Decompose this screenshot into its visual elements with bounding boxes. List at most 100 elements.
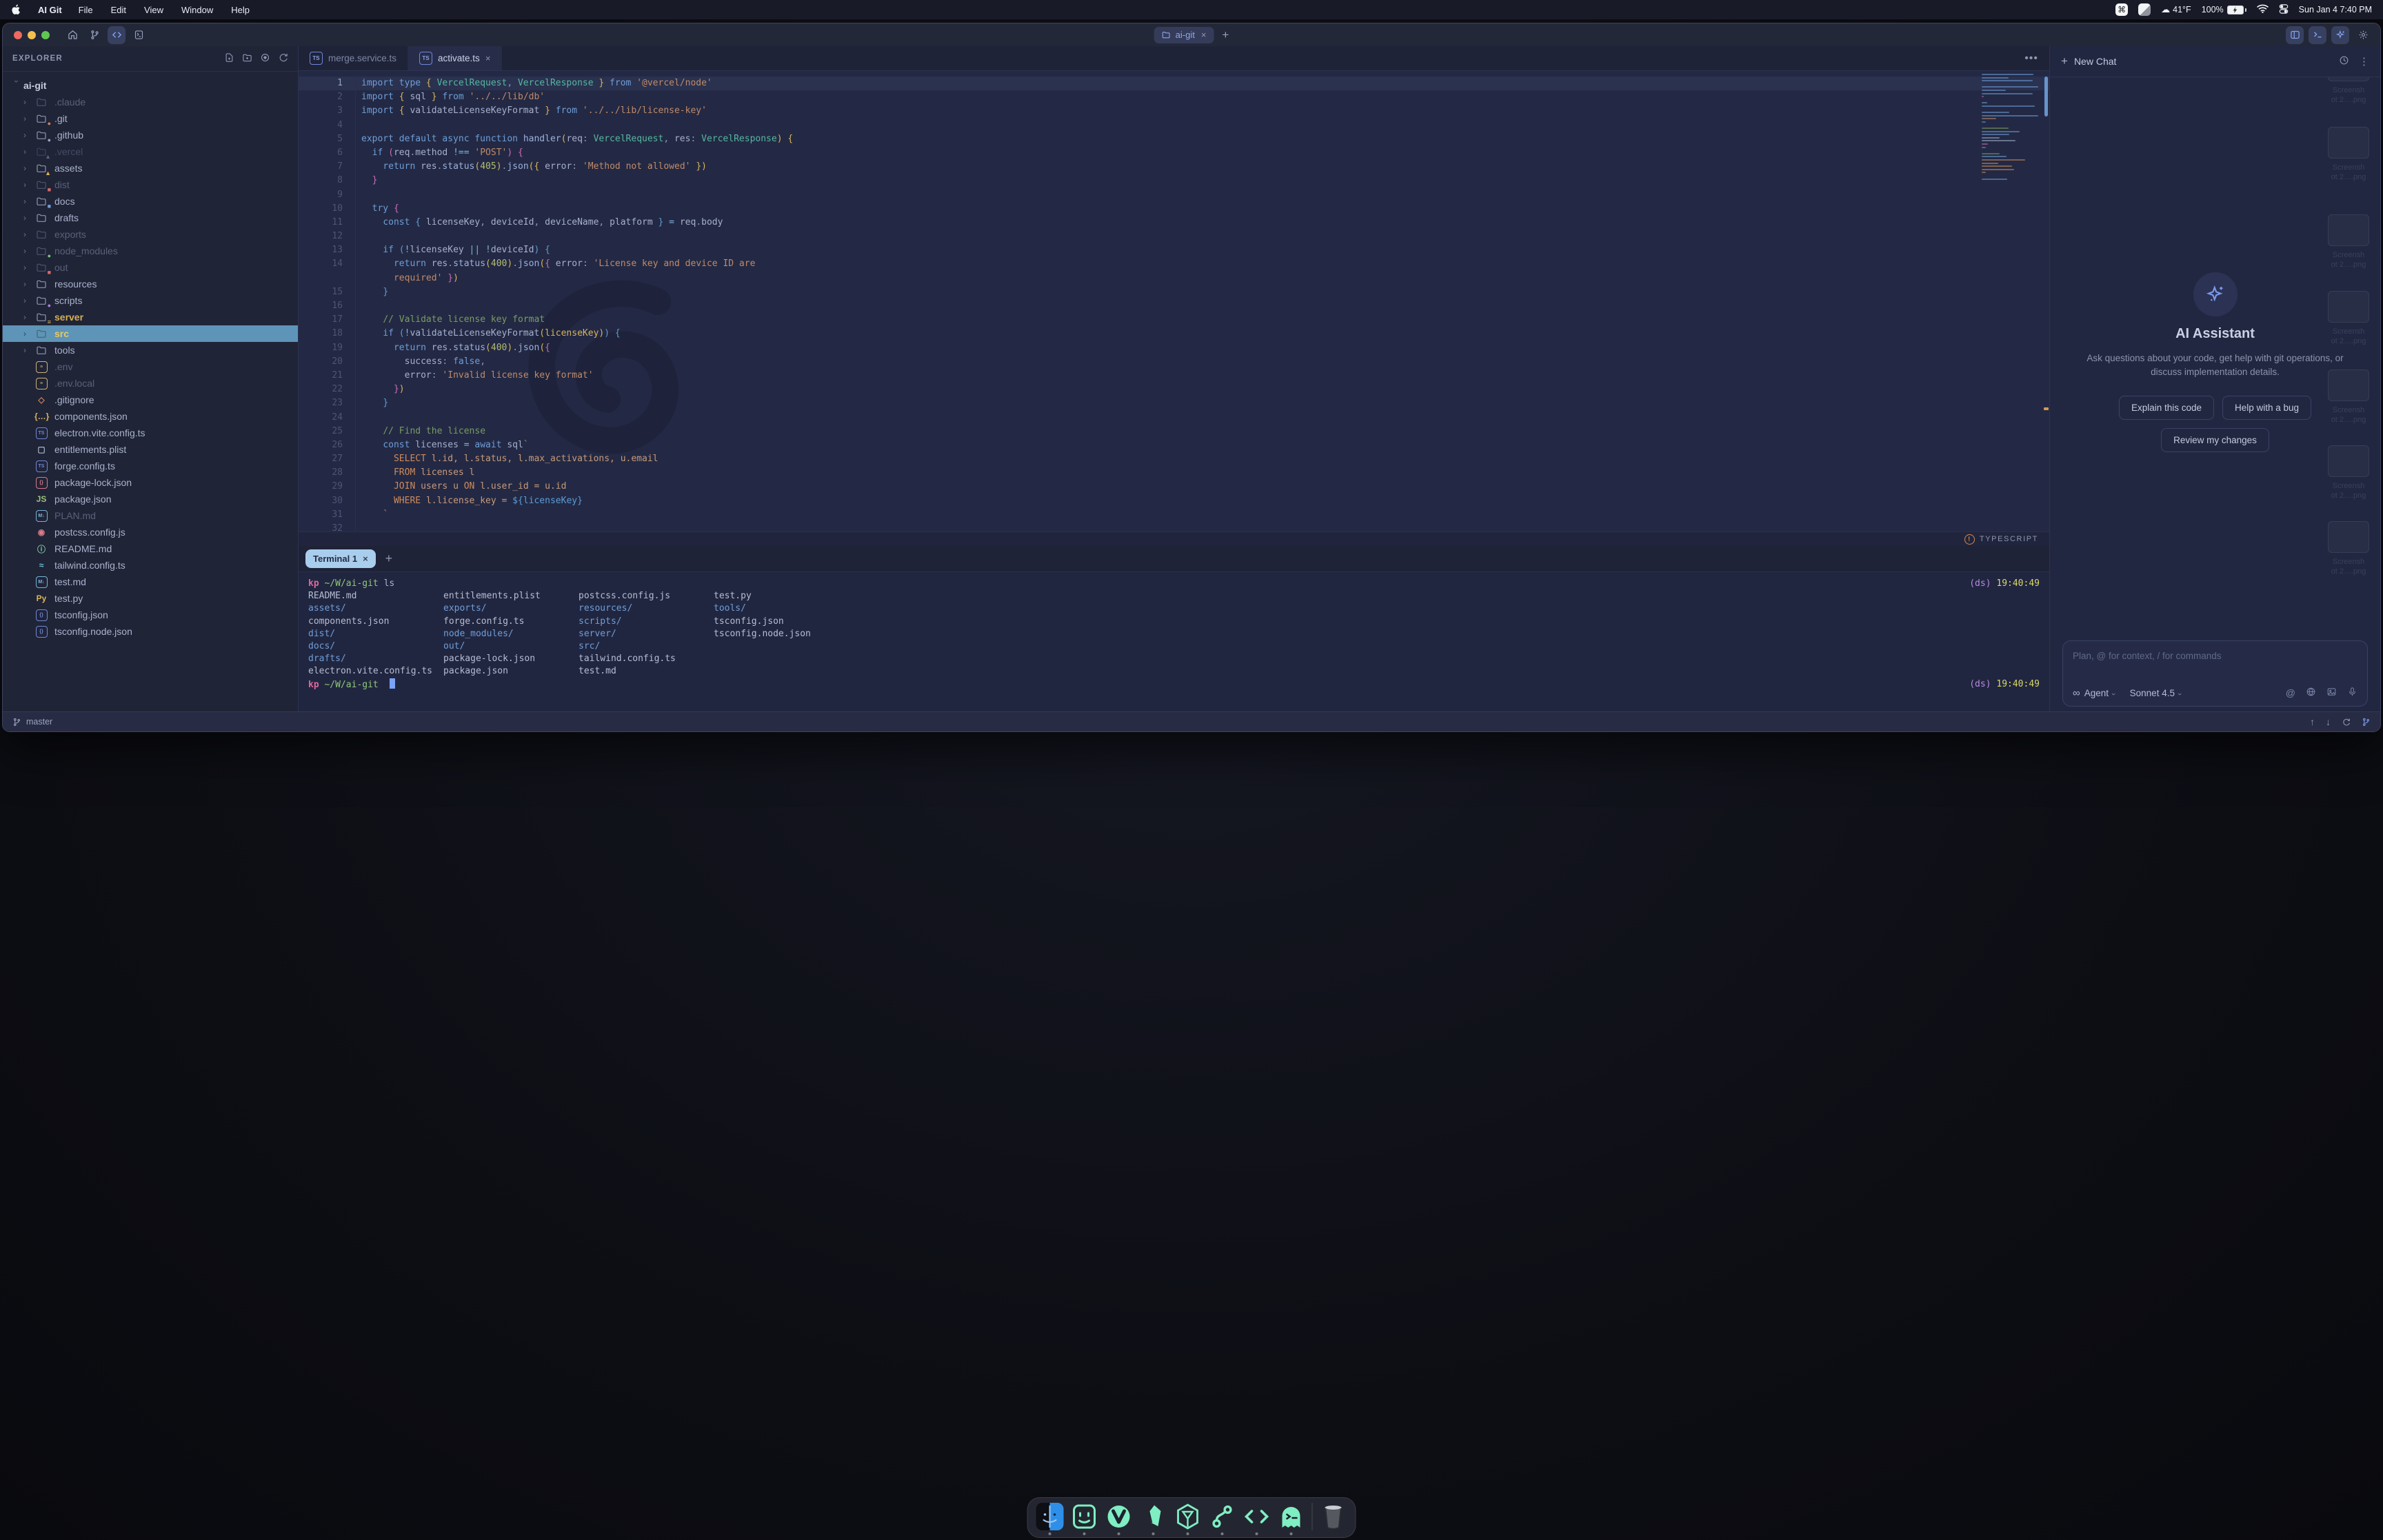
new-terminal-button[interactable]: + (385, 551, 393, 566)
control-center-icon[interactable] (2279, 4, 2289, 16)
editor-tab-merge-service-ts[interactable]: TSmerge.service.ts (299, 46, 408, 70)
terminal-tab[interactable]: Terminal 1 × (305, 549, 376, 568)
toggle-terminal-icon[interactable] (2309, 26, 2326, 44)
apple-logo-icon[interactable] (11, 4, 20, 15)
toggle-sidebar-icon[interactable] (2286, 26, 2304, 44)
terminal-panel[interactable]: kp ~/W/ai-git ls(ds) 19:40:49README.mden… (299, 572, 2049, 712)
menu-item-edit[interactable]: Edit (111, 5, 126, 15)
weather-item[interactable]: ☁ 41°F (2161, 4, 2191, 15)
dock-icon-crystal[interactable] (1140, 1503, 1167, 1530)
new-file-icon[interactable] (224, 52, 234, 65)
tree-item-test-md[interactable]: M↓test.md (3, 574, 298, 590)
tree-item-server[interactable]: ›≡server (3, 309, 298, 325)
pull-down-icon[interactable]: ↓ (2326, 716, 2331, 727)
tree-item-forge-config-ts[interactable]: TSforge.config.ts (3, 458, 298, 474)
tree-item-tsconfig-node-json[interactable]: {}tsconfig.node.json (3, 623, 298, 640)
tree-item-plan-md[interactable]: M↓PLAN.md (3, 507, 298, 524)
sync-icon[interactable] (2342, 718, 2351, 727)
tree-item-readme-md[interactable]: ⓘREADME.md (3, 540, 298, 557)
code-view-icon[interactable] (108, 26, 125, 44)
more-options-icon[interactable]: ⋮ (2359, 55, 2369, 68)
ai-prompt-input[interactable] (2063, 641, 2367, 671)
tree-root-item[interactable]: › ai-git (3, 77, 298, 94)
minimap[interactable] (1982, 74, 2041, 181)
menu-item-file[interactable]: File (79, 5, 93, 15)
current-branch-label[interactable]: master (26, 717, 52, 727)
wifi-icon[interactable] (2257, 4, 2269, 15)
tree-item--vercel[interactable]: ›▲.vercel (3, 143, 298, 160)
menubar-clock[interactable]: Sun Jan 4 7:40 PM (2299, 5, 2372, 14)
history-clock-icon[interactable] (2339, 55, 2349, 68)
terminal-view-icon[interactable] (130, 26, 148, 44)
settings-gear-icon[interactable] (2354, 26, 2372, 44)
tree-item-components-json[interactable]: {…}components.json (3, 408, 298, 425)
dock-icon-prism[interactable] (1174, 1503, 1202, 1530)
new-workspace-button[interactable]: + (1222, 28, 1229, 42)
tree-item-electron-vite-config-ts[interactable]: TSelectron.vite.config.ts (3, 425, 298, 441)
toggle-ai-panel-icon[interactable] (2331, 26, 2349, 44)
menubar-app-name[interactable]: AI Git (38, 5, 62, 15)
minimize-window-button[interactable] (28, 31, 36, 39)
menu-item-window[interactable]: Window (181, 5, 213, 15)
dock-icon-git-branch[interactable] (1209, 1503, 1236, 1530)
zoom-window-button[interactable] (41, 31, 50, 39)
tree-item-drafts[interactable]: ›drafts (3, 210, 298, 226)
dock-icon-vivaldi[interactable] (1105, 1503, 1133, 1530)
tab-close-icon[interactable]: × (485, 53, 491, 63)
new-chat-button[interactable]: New Chat (2074, 56, 2116, 67)
tree-item-package-lock-json[interactable]: {}package-lock.json (3, 474, 298, 491)
tree-item-exports[interactable]: ›exports (3, 226, 298, 243)
workspace-tab-close-icon[interactable]: × (1201, 30, 1207, 40)
reveal-file-icon[interactable] (260, 52, 270, 65)
git-branch-blue-icon[interactable] (2362, 718, 2371, 727)
tree-item-test-py[interactable]: Pytest.py (3, 590, 298, 607)
tree-item-scripts[interactable]: ›●scripts (3, 292, 298, 309)
mention-icon[interactable]: @ (2286, 687, 2295, 698)
minimap-viewport-slider[interactable] (2044, 77, 2048, 116)
tree-item-assets[interactable]: ›▲assets (3, 160, 298, 176)
git-graph-icon[interactable] (86, 26, 103, 44)
menu-item-view[interactable]: View (144, 5, 163, 15)
tree-item-node-modules[interactable]: ›●node_modules (3, 243, 298, 259)
menu-item-help[interactable]: Help (231, 5, 250, 15)
model-selector[interactable]: Sonnet 4.5› (2130, 688, 2181, 698)
tree-item-tailwind-config-ts[interactable]: ≈tailwind.config.ts (3, 557, 298, 574)
web-globe-icon[interactable] (2306, 687, 2316, 699)
dock-icon-code[interactable] (1243, 1503, 1271, 1530)
attach-image-icon[interactable] (2326, 687, 2337, 699)
tree-item--git[interactable]: ›●.git (3, 110, 298, 127)
battery-item[interactable]: 100% (2202, 5, 2246, 14)
tree-item-package-json[interactable]: JSpackage.json (3, 491, 298, 507)
tree-item--env[interactable]: ≡.env (3, 358, 298, 375)
new-folder-icon[interactable] (242, 52, 252, 65)
dock-icon-finder-alt[interactable] (1071, 1503, 1098, 1530)
home-icon[interactable] (63, 26, 81, 44)
dock-icon-finder[interactable] (1036, 1503, 1064, 1530)
tree-item-docs[interactable]: ›■docs (3, 193, 298, 210)
push-up-icon[interactable]: ↑ (2310, 716, 2315, 727)
tree-item-resources[interactable]: ›resources (3, 276, 298, 292)
tree-item-tools[interactable]: ›tools (3, 342, 298, 358)
tree-item--gitignore[interactable]: ◇.gitignore (3, 392, 298, 408)
tree-item-dist[interactable]: ›■dist (3, 176, 298, 193)
tree-item-tsconfig-json[interactable]: {}tsconfig.json (3, 607, 298, 623)
tree-item--github[interactable]: ›●.github (3, 127, 298, 143)
workspace-tab[interactable]: ai-git × (1154, 27, 1214, 43)
terminal-tab-close-icon[interactable]: × (363, 554, 368, 564)
tree-item-src[interactable]: ›‹›src (3, 325, 298, 342)
tree-item-out[interactable]: ›■out (3, 259, 298, 276)
editor-tab-activate-ts[interactable]: TSactivate.ts× (408, 46, 502, 70)
agent-mode-selector[interactable]: Agent› (2084, 688, 2115, 698)
ai-action-review-my-changes[interactable]: Review my changes (2161, 428, 2269, 452)
dock-icon-ghostty[interactable] (1278, 1503, 1305, 1530)
tree-item-entitlements-plist[interactable]: ▢entitlements.plist (3, 441, 298, 458)
ai-input-box[interactable]: ∞ Agent› Sonnet 4.5› @ (2062, 640, 2368, 707)
tree-item--env-local[interactable]: ≡.env.local (3, 375, 298, 392)
command-menu-icon[interactable]: ⌘ (2115, 3, 2128, 16)
ai-action-explain-this-code[interactable]: Explain this code (2119, 396, 2214, 420)
tab-overflow-icon[interactable]: ••• (2024, 52, 2049, 65)
microphone-icon[interactable] (2347, 687, 2357, 699)
ai-action-help-with-a-bug[interactable]: Help with a bug (2222, 396, 2311, 420)
keyboard-icon[interactable] (2138, 3, 2151, 16)
code-editor[interactable]: 1import type { VercelRequest, VercelResp… (299, 71, 2049, 531)
